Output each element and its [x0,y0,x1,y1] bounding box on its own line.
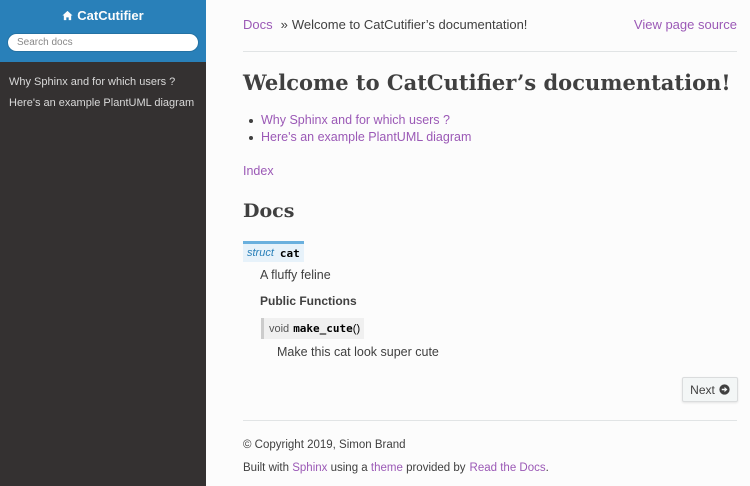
page-title: Welcome to CatCutifier’s documentation! [243,70,731,95]
bullet-icon [249,118,253,123]
next-button[interactable]: Next [682,377,738,402]
toc-item: Why Sphinx and for which users ? [249,112,471,129]
using-a-label: using a [330,462,368,474]
built-with-label: Built with [243,462,290,474]
main-content: Docs » Welcome to CatCutifier’s document… [206,0,750,486]
toc-link-plantuml[interactable]: Here's an example PlantUML diagram [261,129,471,146]
function-description: Make this cat look super cute [277,345,439,359]
struct-description: A fluffy feline [260,268,331,282]
breadcrumb-separator: » [280,16,288,32]
function-return-type: void [269,322,290,335]
struct-name: cat [279,246,300,260]
function-parens: () [352,322,361,335]
breadcrumb: Docs » Welcome to CatCutifier’s document… [243,16,737,32]
sidebar-header: CatCutifier [0,0,206,62]
home-icon [62,10,73,20]
toc-item: Here's an example PlantUML diagram [249,129,471,146]
function-signature: void make_cute () [261,318,365,339]
project-name: CatCutifier [77,7,144,23]
toc-list: Why Sphinx and for which users ? Here's … [249,112,471,146]
header-divider [243,51,737,52]
period: . [545,462,549,474]
sidebar-nav: Why Sphinx and for which users ? Here's … [0,62,206,114]
sidebar: CatCutifier Why Sphinx and for which use… [0,0,206,486]
project-home-link[interactable]: CatCutifier [62,7,144,23]
docs-heading: Docs [243,200,295,222]
bullet-icon [249,135,253,140]
toc-link-why-sphinx[interactable]: Why Sphinx and for which users ? [261,112,450,129]
next-label: Next [690,382,715,397]
arrow-circle-right-icon [719,384,730,395]
breadcrumb-current: Welcome to CatCutifier’s documentation! [291,16,528,32]
struct-keyword: struct [247,247,274,259]
read-the-docs-link[interactable]: Read the Docs [470,462,546,474]
theme-link[interactable]: theme [371,462,403,474]
sphinx-link[interactable]: Sphinx [292,462,327,474]
view-page-source-link[interactable]: View page source [634,17,737,32]
provided-by-label: provided by [406,462,466,474]
search-input[interactable] [7,32,199,52]
sidebar-item-plantuml[interactable]: Here's an example PlantUML diagram [0,93,206,114]
copyright-text: © Copyright 2019, Simon Brand [243,439,406,451]
breadcrumb-docs-link[interactable]: Docs [243,17,273,32]
index-link[interactable]: Index [243,164,274,178]
built-with-text: Built with Sphinx using a theme provided… [243,462,549,474]
struct-signature: struct cat [243,241,304,262]
footer-divider [243,420,737,421]
function-name: make_cute [293,322,353,335]
sidebar-item-why-sphinx[interactable]: Why Sphinx and for which users ? [0,72,206,93]
public-functions-heading: Public Functions [260,294,357,308]
